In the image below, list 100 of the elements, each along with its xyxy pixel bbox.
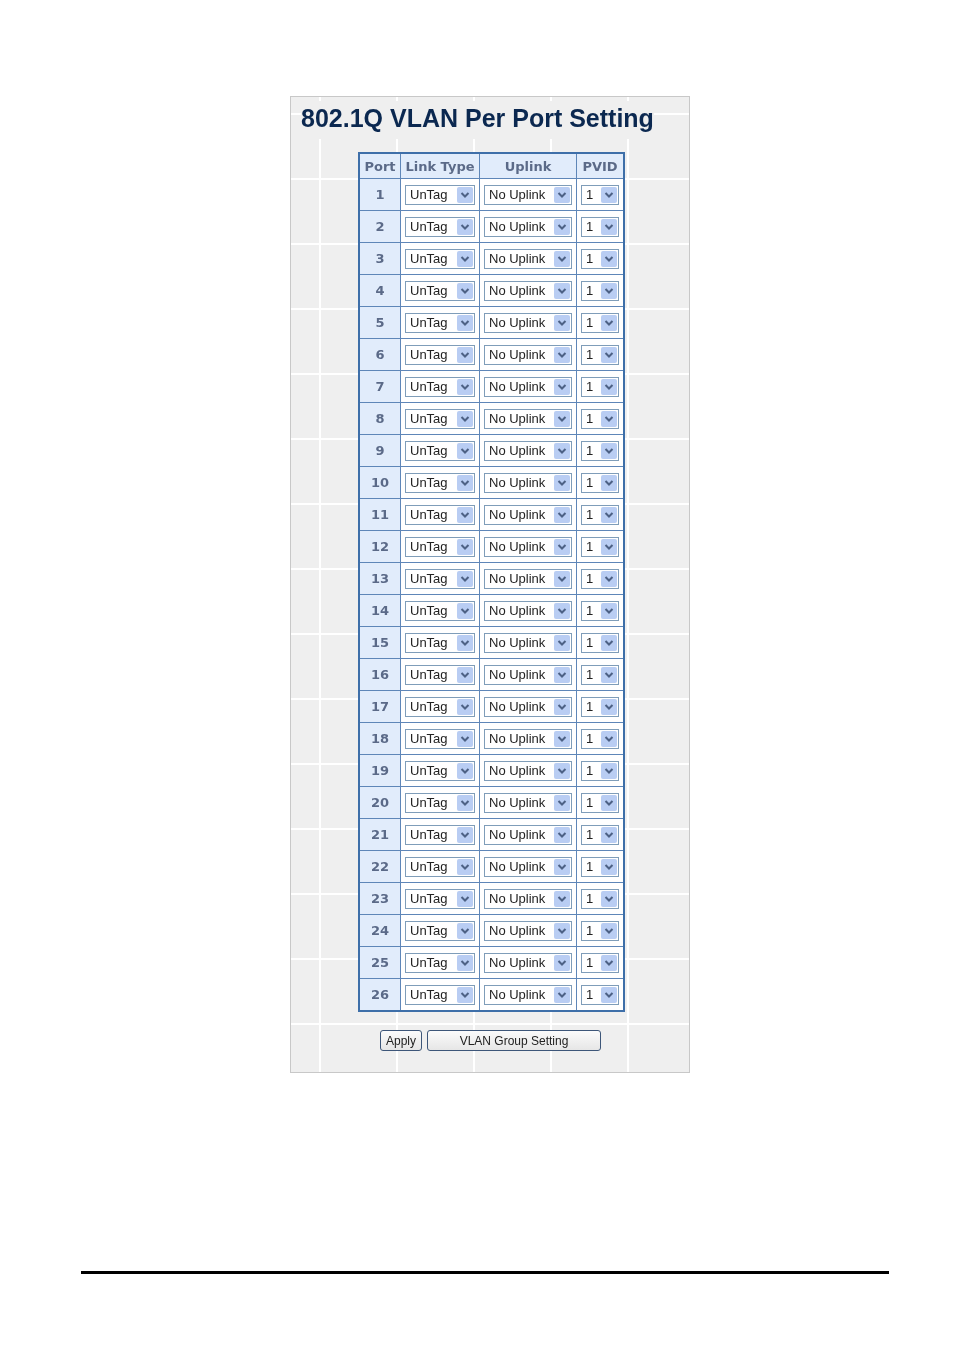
caret-icon: [601, 506, 617, 523]
caret-icon: [457, 794, 473, 811]
pvid-dropdown[interactable]: 1: [581, 440, 619, 461]
caret-icon: [554, 666, 570, 683]
uplink-dropdown[interactable]: No Uplink: [484, 760, 572, 781]
caret-icon: [601, 282, 617, 299]
pvid-dropdown[interactable]: 1: [581, 824, 619, 845]
link-type-dropdown[interactable]: UnTag: [405, 344, 475, 365]
pvid-dropdown[interactable]: 1: [581, 472, 619, 493]
pvid-dropdown[interactable]: 1: [581, 984, 619, 1005]
uplink-dropdown[interactable]: No Uplink: [484, 504, 572, 525]
link-type-dropdown[interactable]: UnTag: [405, 216, 475, 237]
caret-icon: [554, 474, 570, 491]
pvid-dropdown[interactable]: 1: [581, 312, 619, 333]
caret-icon: [601, 314, 617, 331]
uplink-dropdown[interactable]: No Uplink: [484, 792, 572, 813]
uplink-dropdown[interactable]: No Uplink: [484, 312, 572, 333]
pvid-dropdown[interactable]: 1: [581, 728, 619, 749]
link-type-dropdown[interactable]: UnTag: [405, 760, 475, 781]
link-type-dropdown[interactable]: UnTag: [405, 728, 475, 749]
uplink-dropdown[interactable]: No Uplink: [484, 600, 572, 621]
pvid-dropdown[interactable]: 1: [581, 920, 619, 941]
pvid-dropdown[interactable]: 1: [581, 248, 619, 269]
uplink-dropdown[interactable]: No Uplink: [484, 856, 572, 877]
link-type-dropdown[interactable]: UnTag: [405, 280, 475, 301]
pvid-dropdown[interactable]: 1: [581, 952, 619, 973]
pvid-dropdown[interactable]: 1: [581, 856, 619, 877]
caret-icon: [554, 378, 570, 395]
group-setting-button[interactable]: VLAN Group Setting: [427, 1030, 602, 1051]
link-type-dropdown[interactable]: UnTag: [405, 568, 475, 589]
uplink-dropdown[interactable]: No Uplink: [484, 888, 572, 909]
uplink-dropdown[interactable]: No Uplink: [484, 216, 572, 237]
caret-icon: [554, 698, 570, 715]
uplink-dropdown[interactable]: No Uplink: [484, 472, 572, 493]
caret-icon: [457, 346, 473, 363]
apply-button[interactable]: Apply: [380, 1030, 423, 1051]
port-number: 13: [359, 562, 401, 595]
link-type-dropdown[interactable]: UnTag: [405, 376, 475, 397]
link-type-dropdown[interactable]: UnTag: [405, 536, 475, 557]
uplink-dropdown[interactable]: No Uplink: [484, 824, 572, 845]
uplink-dropdown[interactable]: No Uplink: [484, 696, 572, 717]
uplink-dropdown[interactable]: No Uplink: [484, 984, 572, 1005]
uplink-dropdown[interactable]: No Uplink: [484, 920, 572, 941]
pvid-dropdown[interactable]: 1: [581, 760, 619, 781]
uplink-dropdown[interactable]: No Uplink: [484, 248, 572, 269]
caret-icon: [457, 506, 473, 523]
link-type-dropdown[interactable]: UnTag: [405, 888, 475, 909]
pvid-dropdown[interactable]: 1: [581, 536, 619, 557]
pvid-dropdown[interactable]: 1: [581, 568, 619, 589]
pvid-dropdown[interactable]: 1: [581, 408, 619, 429]
uplink-dropdown[interactable]: No Uplink: [484, 728, 572, 749]
link-type-dropdown[interactable]: UnTag: [405, 984, 475, 1005]
link-type-dropdown[interactable]: UnTag: [405, 312, 475, 333]
link-type-dropdown[interactable]: UnTag: [405, 920, 475, 941]
link-type-dropdown[interactable]: UnTag: [405, 696, 475, 717]
link-type-dropdown[interactable]: UnTag: [405, 632, 475, 653]
caret-icon: [601, 666, 617, 683]
uplink-dropdown[interactable]: No Uplink: [484, 568, 572, 589]
pvid-dropdown[interactable]: 1: [581, 280, 619, 301]
uplink-dropdown[interactable]: No Uplink: [484, 280, 572, 301]
pvid-dropdown[interactable]: 1: [581, 600, 619, 621]
link-type-dropdown[interactable]: UnTag: [405, 408, 475, 429]
pvid-dropdown[interactable]: 1: [581, 888, 619, 909]
uplink-dropdown[interactable]: No Uplink: [484, 440, 572, 461]
uplink-dropdown[interactable]: No Uplink: [484, 344, 572, 365]
link-type-dropdown[interactable]: UnTag: [405, 792, 475, 813]
caret-icon: [601, 762, 617, 779]
link-type-dropdown[interactable]: UnTag: [405, 504, 475, 525]
port-number: 24: [359, 914, 401, 947]
pvid-dropdown[interactable]: 1: [581, 632, 619, 653]
uplink-dropdown[interactable]: No Uplink: [484, 632, 572, 653]
link-type-dropdown[interactable]: UnTag: [405, 600, 475, 621]
uplink-dropdown[interactable]: No Uplink: [484, 408, 572, 429]
uplink-dropdown[interactable]: No Uplink: [484, 184, 572, 205]
link-type-dropdown[interactable]: UnTag: [405, 664, 475, 685]
pvid-dropdown[interactable]: 1: [581, 504, 619, 525]
uplink-dropdown[interactable]: No Uplink: [484, 536, 572, 557]
link-type-dropdown[interactable]: UnTag: [405, 472, 475, 493]
link-type-dropdown[interactable]: UnTag: [405, 440, 475, 461]
pvid-dropdown[interactable]: 1: [581, 184, 619, 205]
pvid-dropdown[interactable]: 1: [581, 344, 619, 365]
uplink-dropdown[interactable]: No Uplink: [484, 952, 572, 973]
pvid-dropdown[interactable]: 1: [581, 376, 619, 397]
port-number: 7: [359, 370, 401, 403]
caret-icon: [554, 762, 570, 779]
pvid-dropdown[interactable]: 1: [581, 792, 619, 813]
link-type-dropdown[interactable]: UnTag: [405, 184, 475, 205]
pvid-dropdown[interactable]: 1: [581, 664, 619, 685]
link-type-dropdown[interactable]: UnTag: [405, 856, 475, 877]
pvid-dropdown[interactable]: 1: [581, 696, 619, 717]
link-type-dropdown[interactable]: UnTag: [405, 952, 475, 973]
port-number: 4: [359, 274, 401, 307]
link-type-dropdown[interactable]: UnTag: [405, 824, 475, 845]
uplink-dropdown[interactable]: No Uplink: [484, 664, 572, 685]
caret-icon: [457, 570, 473, 587]
pvid-dropdown[interactable]: 1: [581, 216, 619, 237]
uplink-dropdown[interactable]: No Uplink: [484, 376, 572, 397]
link-type-dropdown[interactable]: UnTag: [405, 248, 475, 269]
caret-icon: [601, 730, 617, 747]
caret-icon: [601, 442, 617, 459]
